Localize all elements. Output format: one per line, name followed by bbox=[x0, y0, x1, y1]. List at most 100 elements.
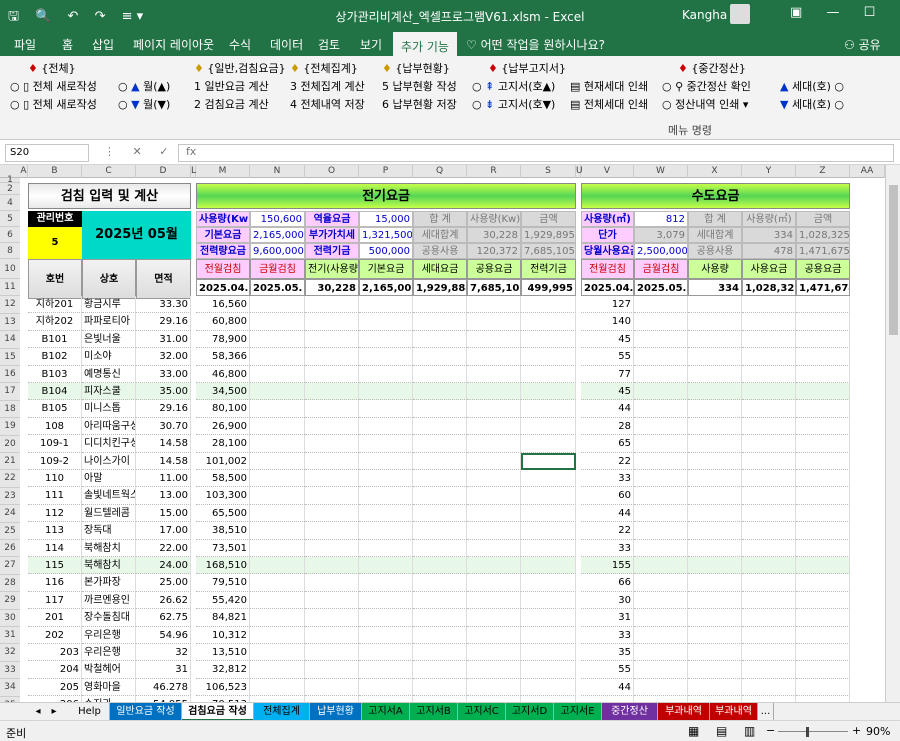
water-cell[interactable] bbox=[634, 435, 688, 453]
tab-insert[interactable]: 삽입 bbox=[92, 36, 114, 53]
tab-review[interactable]: 검토 bbox=[318, 36, 340, 53]
sheet-next-icon[interactable]: ▸ bbox=[46, 703, 62, 721]
enter-icon[interactable]: ✓ bbox=[159, 145, 168, 158]
unit-number[interactable]: 지하201 bbox=[28, 296, 82, 314]
elec-cell[interactable] bbox=[413, 365, 467, 383]
elec-cell[interactable] bbox=[305, 313, 359, 331]
elec-prev-reading[interactable]: 80,100 bbox=[196, 400, 250, 418]
water-cell[interactable] bbox=[796, 296, 850, 314]
water-cell[interactable] bbox=[688, 661, 742, 679]
water-cell[interactable] bbox=[634, 574, 688, 592]
elec-cell[interactable] bbox=[467, 661, 521, 679]
water-cell[interactable] bbox=[742, 557, 796, 575]
store-name[interactable]: 디디치킨구성 bbox=[82, 435, 136, 453]
elec-cell[interactable] bbox=[305, 557, 359, 575]
elec-cell[interactable] bbox=[521, 574, 576, 592]
elec-prev-reading[interactable]: 103,300 bbox=[196, 487, 250, 505]
sheet-prev-icon[interactable]: ◂ bbox=[30, 703, 46, 721]
water-cell[interactable] bbox=[796, 678, 850, 697]
column-header-p[interactable]: P bbox=[359, 165, 413, 178]
water-cell[interactable] bbox=[634, 365, 688, 383]
water-cell[interactable] bbox=[796, 417, 850, 436]
elec-cell[interactable] bbox=[250, 487, 305, 505]
store-name[interactable]: 북해참치 bbox=[82, 557, 136, 575]
cancel-icon[interactable]: ✕ bbox=[133, 145, 142, 158]
elec-cell[interactable] bbox=[521, 348, 576, 366]
user-name[interactable]: Kangha bbox=[682, 8, 727, 22]
elec-cell[interactable] bbox=[467, 296, 521, 314]
water-cell[interactable] bbox=[742, 609, 796, 627]
elec-cell[interactable] bbox=[413, 487, 467, 505]
elec-cell[interactable] bbox=[521, 487, 576, 505]
unit-number[interactable]: 116 bbox=[28, 574, 82, 592]
water-cell[interactable] bbox=[688, 557, 742, 575]
water-cell[interactable] bbox=[688, 591, 742, 610]
elec-cell[interactable] bbox=[413, 470, 467, 488]
sheet-tab[interactable]: 고지서A bbox=[362, 703, 410, 721]
store-name[interactable]: 월드텔레콤 bbox=[82, 504, 136, 523]
unit-number[interactable]: 109-2 bbox=[28, 452, 82, 470]
area[interactable]: 54.96 bbox=[136, 626, 191, 644]
water-prev-reading[interactable]: 127 bbox=[581, 296, 634, 314]
area[interactable]: 32.00 bbox=[136, 348, 191, 366]
water-prev-reading[interactable]: 33 bbox=[581, 626, 634, 644]
water-cell[interactable] bbox=[634, 313, 688, 331]
water-summary-cell[interactable]: 2,500,000 bbox=[634, 243, 688, 259]
elec-cell[interactable] bbox=[467, 452, 521, 470]
elec-cell[interactable] bbox=[359, 609, 413, 627]
elec-cell[interactable] bbox=[359, 591, 413, 610]
sheet-tab[interactable]: 고지서B bbox=[410, 703, 458, 721]
unit-number[interactable]: 112 bbox=[28, 504, 82, 523]
area[interactable]: 22.00 bbox=[136, 539, 191, 557]
column-header-n[interactable]: N bbox=[250, 165, 305, 178]
water-cell[interactable] bbox=[742, 400, 796, 418]
water-cell[interactable] bbox=[634, 417, 688, 436]
water-prev-reading[interactable]: 22 bbox=[581, 522, 634, 540]
row-header[interactable]: 27 bbox=[0, 557, 20, 575]
water-cell[interactable] bbox=[742, 313, 796, 331]
spreadsheet-grid[interactable]: A B C D L M N O P Q R S U V W X Y Z AA 1 2 4 5 6 8 10 11 12 13 14 15 1… bbox=[0, 165, 885, 702]
water-cell[interactable] bbox=[796, 591, 850, 610]
store-name[interactable]: 아말 bbox=[82, 470, 136, 488]
water-prev-reading[interactable]: 45 bbox=[581, 383, 634, 401]
all-new-button-2[interactable]: ○ ▯ 전체 새로작성 bbox=[10, 98, 97, 112]
water-cell[interactable] bbox=[796, 539, 850, 557]
water-cell[interactable] bbox=[688, 504, 742, 523]
row-header[interactable]: 34 bbox=[0, 679, 20, 697]
unit-number[interactable]: 108 bbox=[28, 417, 82, 436]
elec-prev-reading[interactable]: 32,812 bbox=[196, 661, 250, 679]
row-header[interactable]: 2 bbox=[0, 183, 20, 195]
elec-cell[interactable] bbox=[250, 400, 305, 418]
sheet-tab[interactable]: 중간정산 bbox=[602, 703, 658, 721]
water-prev-reading[interactable]: 55 bbox=[581, 348, 634, 366]
unit-number[interactable]: B105 bbox=[28, 400, 82, 418]
undo-icon[interactable]: ↶ bbox=[68, 9, 79, 24]
elec-cell[interactable] bbox=[413, 504, 467, 523]
elec-cell[interactable] bbox=[521, 435, 576, 453]
water-cell[interactable] bbox=[634, 522, 688, 540]
print-preview-icon[interactable]: 🔍 bbox=[35, 9, 51, 24]
elec-cell[interactable] bbox=[250, 626, 305, 644]
elec-cell[interactable] bbox=[359, 330, 413, 349]
water-cell[interactable] bbox=[634, 557, 688, 575]
elec-cell[interactable] bbox=[305, 504, 359, 523]
elec-prev-reading[interactable]: 78,900 bbox=[196, 330, 250, 349]
water-cell[interactable] bbox=[688, 626, 742, 644]
elec-cell[interactable] bbox=[521, 591, 576, 610]
maximize-icon[interactable]: ☐ bbox=[864, 5, 876, 20]
elec-cell[interactable] bbox=[250, 504, 305, 523]
elec-cell[interactable] bbox=[413, 383, 467, 401]
elec-cell[interactable] bbox=[467, 417, 521, 436]
water-cell[interactable] bbox=[742, 644, 796, 662]
area[interactable]: 30.70 bbox=[136, 417, 191, 436]
elec-cell[interactable] bbox=[521, 661, 576, 679]
tab-data[interactable]: 데이터 bbox=[270, 36, 303, 53]
elec-cell[interactable] bbox=[521, 539, 576, 557]
elec-cell[interactable] bbox=[413, 400, 467, 418]
water-cell[interactable] bbox=[742, 626, 796, 644]
water-summary-cell[interactable]: 3,079 bbox=[634, 227, 688, 243]
elec-cell[interactable] bbox=[467, 504, 521, 523]
zoom-slider[interactable] bbox=[778, 731, 848, 732]
water-cell[interactable] bbox=[634, 470, 688, 488]
elec-cell[interactable] bbox=[250, 296, 305, 314]
